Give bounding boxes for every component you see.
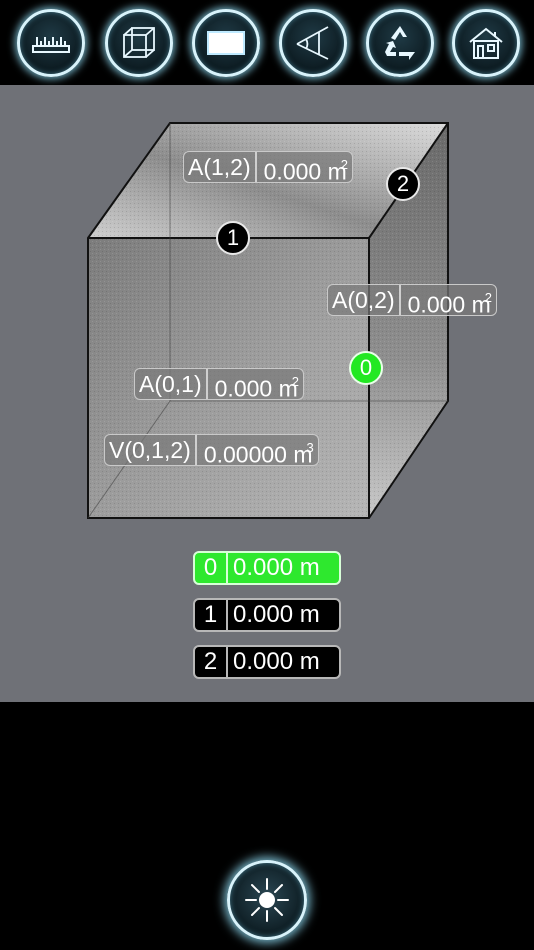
area-readout-0-1: A(0,1) 0.000 m2 — [134, 368, 304, 402]
angle-icon — [296, 26, 329, 60]
angle-tool-button[interactable] — [279, 9, 347, 77]
volume-value: 0.00000 m3 — [203, 440, 314, 468]
house-icon — [469, 27, 503, 59]
ruler-icon — [32, 37, 70, 53]
area-readout-1-2: A(1,2) 0.000 m2 — [183, 151, 353, 185]
area-readout-0-2: A(0,2) 0.000 m2 — [327, 284, 497, 318]
area-label: A(0,2) — [328, 285, 401, 315]
area-label: A(1,2) — [184, 152, 257, 182]
dimension-row-2[interactable]: 2 0.000 m — [193, 645, 341, 679]
area-label: A(0,1) — [135, 369, 208, 399]
area-value: 0.000 m2 — [407, 290, 492, 318]
bottom-panel — [0, 702, 534, 950]
light-toggle-button[interactable] — [227, 860, 307, 940]
dimension-length: 0.000 m — [233, 601, 320, 628]
dimension-row-0[interactable]: 0 0.000 m — [193, 551, 341, 585]
top-toolbar — [0, 0, 534, 85]
volume-label: V(0,1,2) — [105, 435, 197, 465]
home-button[interactable] — [452, 9, 520, 77]
rectangle-tool-button[interactable] — [192, 9, 260, 77]
volume-readout: V(0,1,2) 0.00000 m3 — [104, 434, 319, 468]
area-value: 0.000 m2 — [263, 157, 348, 185]
dimension-row-1[interactable]: 1 0.000 m — [193, 598, 341, 632]
wireframe-cube-icon — [123, 27, 155, 58]
cube-tool-button[interactable] — [105, 9, 173, 77]
edge-marker-2[interactable]: 2 — [386, 167, 420, 201]
measurement-canvas[interactable]: A(1,2) 0.000 m2 A(0,2) 0.000 m2 A(0,1) 0… — [0, 85, 534, 702]
edge-marker-1[interactable]: 1 — [216, 221, 250, 255]
sun-icon — [245, 878, 289, 922]
area-value: 0.000 m2 — [214, 374, 299, 402]
edge-marker-0[interactable]: 0 — [349, 351, 383, 385]
dimension-index: 0 — [195, 553, 228, 583]
dimension-length: 0.000 m — [233, 648, 320, 675]
dimension-index: 1 — [195, 600, 228, 630]
dimension-index: 2 — [195, 647, 228, 677]
rectangle-icon — [207, 31, 245, 55]
dimension-length: 0.000 m — [233, 554, 320, 581]
reset-button[interactable] — [366, 9, 434, 77]
ruler-tool-button[interactable] — [17, 9, 85, 77]
recycle-icon — [385, 26, 415, 60]
